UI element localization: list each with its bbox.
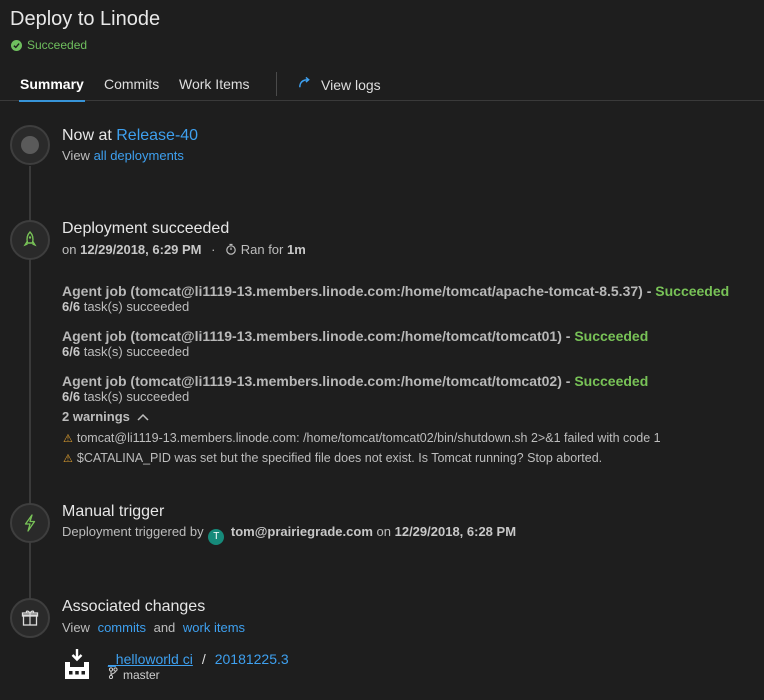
warning-item-2: ⚠ $CATALINA_PID was set but the specifie… <box>63 451 603 465</box>
tab-summary[interactable]: Summary <box>19 76 85 102</box>
changes-node <box>10 598 50 638</box>
timer-icon <box>225 242 237 257</box>
rocket-icon <box>23 231 37 247</box>
trigger-heading: Manual trigger <box>62 503 165 520</box>
job-tasks-1: 6/6 task(s) succeeded <box>62 299 190 314</box>
trigger-meta: Deployment triggered by T tom@prairiegra… <box>62 524 516 545</box>
job-tasks-2: 6/6 task(s) succeeded <box>62 344 190 359</box>
repo-build-line: _helloworld ci / 20181225.3 <box>108 651 289 667</box>
tab-divider <box>276 72 277 96</box>
view-logs-label: View logs <box>321 77 381 93</box>
trigger-date: 12/29/2018, 6:28 PM <box>394 524 517 539</box>
branch-line: master <box>108 667 160 682</box>
deployment-node <box>10 220 50 260</box>
all-deployments-link[interactable]: all deployments <box>94 148 184 163</box>
build-link[interactable]: 20181225.3 <box>215 651 289 667</box>
repo-link[interactable]: _helloworld ci <box>108 651 193 667</box>
release-dot-icon <box>21 136 39 154</box>
status-badge: Succeeded <box>11 38 87 52</box>
commits-link[interactable]: commits <box>98 620 146 635</box>
job-tasks-3: 6/6 task(s) succeeded <box>62 389 190 404</box>
warning-icon: ⚠ <box>63 452 73 465</box>
page-title: Deploy to Linode <box>10 8 161 30</box>
changes-meta: View commits and work items <box>62 620 246 635</box>
agent-job-1[interactable]: Agent job (tomcat@li1119-13.members.lino… <box>62 283 729 299</box>
build-artifact-icon <box>62 648 92 680</box>
trigger-user: tom@prairiegrade.com <box>230 524 373 539</box>
changes-heading: Associated changes <box>62 598 206 615</box>
deployment-meta: on 12/29/2018, 6:29 PM · Ran for 1m <box>62 242 306 257</box>
agent-job-3[interactable]: Agent job (tomcat@li1119-13.members.lino… <box>62 373 648 389</box>
view-logs-icon <box>297 76 312 94</box>
deployment-date: 12/29/2018, 6:29 PM <box>80 242 202 257</box>
view-logs-button[interactable]: View logs <box>297 76 381 94</box>
status-text: Succeeded <box>27 38 88 52</box>
job-status: Succeeded <box>655 283 730 299</box>
agent-job-2[interactable]: Agent job (tomcat@li1119-13.members.lino… <box>62 328 648 344</box>
warning-icon: ⚠ <box>63 432 73 445</box>
warnings-toggle[interactable]: 2 warnings <box>62 409 149 424</box>
now-at-heading: Now at Release-40 <box>62 127 199 144</box>
view-deployments-line: View all deployments <box>62 148 184 163</box>
lightning-icon <box>24 514 36 532</box>
avatar: T <box>208 528 225 545</box>
job-status: Succeeded <box>574 328 649 344</box>
gift-icon <box>21 610 39 626</box>
job-status: Succeeded <box>574 373 649 389</box>
work-items-link[interactable]: work items <box>183 620 245 635</box>
ran-for-value: 1m <box>287 242 306 257</box>
warning-item-1: ⚠ tomcat@li1119-13.members.linode.com: /… <box>63 431 661 445</box>
chevron-up-icon <box>137 409 149 424</box>
branch-icon <box>108 667 118 682</box>
deployment-heading: Deployment succeeded <box>62 220 230 237</box>
release-link[interactable]: Release-40 <box>116 127 198 144</box>
release-node <box>10 125 50 165</box>
branch-name: master <box>123 667 160 682</box>
trigger-node <box>10 503 50 543</box>
tab-bar: Summary Commits Work Items View logs <box>0 68 764 102</box>
check-circle-icon <box>11 39 22 51</box>
tab-commits[interactable]: Commits <box>104 76 159 92</box>
tab-work-items[interactable]: Work Items <box>179 76 250 92</box>
